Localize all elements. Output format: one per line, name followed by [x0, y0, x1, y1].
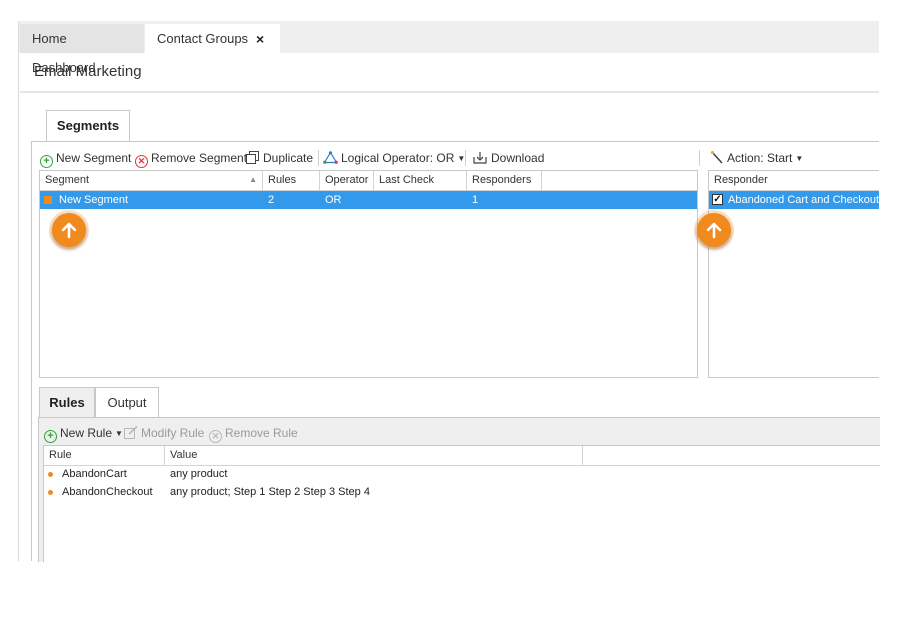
tab-output[interactable]: Output [95, 387, 159, 418]
magic-wand-icon [710, 150, 724, 168]
rule-value: any product [170, 468, 228, 480]
duplicate-icon [246, 151, 259, 168]
segments-grid-header: Segment ▲ Rules Operator Last Check Resp… [40, 171, 697, 191]
rules-grid: Rule Value AbandonCart any product Aband… [43, 445, 880, 562]
segment-icon [44, 196, 52, 204]
duplicate-label: Duplicate [263, 151, 314, 165]
rules-grid-header: Rule Value [44, 446, 880, 466]
segment-last-check [374, 191, 379, 209]
column-header-rules[interactable]: Rules [263, 171, 320, 190]
divider [20, 91, 879, 93]
chevron-down-icon: ▼ [115, 429, 123, 438]
rule-bullet-icon [48, 472, 53, 477]
table-row[interactable]: ✓ Abandoned Cart and Checkout [709, 191, 879, 209]
rule-name: AbandonCart [62, 468, 127, 480]
segment-responders: 1 [472, 194, 479, 206]
toolbar-separator [318, 150, 319, 166]
table-row[interactable]: AbandonCheckout any product; Step 1 Step… [44, 483, 880, 501]
table-row[interactable]: New Segment 2 OR 1 [40, 191, 697, 209]
action-label: Action: Start [727, 151, 793, 165]
remove-icon: ✕ [209, 430, 222, 443]
table-row[interactable]: AbandonCart any product [44, 465, 880, 483]
rule-value: any product; Step 1 Step 2 Step 3 Step 4 [170, 486, 370, 498]
responder-grid: Responder ✓ Abandoned Cart and Checkout [708, 170, 879, 378]
remove-rule-label: Remove Rule [225, 426, 298, 440]
new-segment-button[interactable]: + New Segment [40, 150, 132, 168]
up-arrow-pointer-icon [52, 213, 86, 247]
tab-segments[interactable]: Segments [46, 110, 130, 142]
rule-name: AbandonCheckout [62, 486, 153, 498]
column-label: Segment [45, 174, 90, 186]
modify-rule-button[interactable]: Modify Rule [124, 425, 204, 441]
download-button[interactable]: Download [473, 150, 544, 166]
action-dropdown[interactable]: Action: Start ▼ [710, 150, 803, 166]
chevron-down-icon: ▼ [795, 154, 804, 163]
edit-icon [124, 425, 138, 443]
logical-operator-dropdown[interactable]: Logical Operator: OR ▼ [323, 150, 465, 166]
responder-checkbox[interactable]: ✓ [712, 194, 723, 205]
toolbar-separator [699, 150, 700, 166]
responder-name: Abandoned Cart and Checkout [728, 194, 880, 206]
column-header-value[interactable]: Value [165, 446, 583, 465]
logical-operator-icon [323, 151, 338, 168]
new-segment-label: New Segment [56, 151, 132, 165]
column-header-segment[interactable]: Segment ▲ [40, 171, 263, 190]
close-tab-icon[interactable]: × [256, 24, 270, 53]
remove-icon: ✕ [135, 155, 148, 168]
add-icon: + [40, 155, 53, 168]
duplicate-button[interactable]: Duplicate [246, 150, 313, 166]
column-header-operator[interactable]: Operator [320, 171, 374, 190]
segment-operator: OR [325, 194, 342, 206]
segment-rules: 2 [268, 194, 275, 206]
remove-segment-button[interactable]: ✕ Remove Segment [135, 150, 248, 168]
column-header-responders[interactable]: Responders [467, 171, 542, 190]
logical-operator-label: Logical Operator: OR [341, 151, 455, 165]
rule-bullet-icon [48, 490, 53, 495]
column-header-rule[interactable]: Rule [44, 446, 165, 465]
up-arrow-pointer-icon [697, 213, 731, 247]
column-header-responder[interactable]: Responder [709, 171, 879, 190]
new-rule-dropdown[interactable]: + New Rule ▼ [44, 425, 123, 443]
add-icon: + [44, 430, 57, 443]
sort-asc-icon: ▲ [249, 175, 257, 184]
segments-tab-line [31, 141, 879, 142]
remove-segment-label: Remove Segment [151, 151, 248, 165]
page-title: Email Marketing [34, 63, 142, 80]
segments-grid: Segment ▲ Rules Operator Last Check Resp… [39, 170, 698, 378]
tab-home-dashboard[interactable]: Home Dashboard [20, 24, 144, 75]
download-icon [473, 151, 487, 168]
download-label: Download [491, 151, 545, 165]
column-header-last-check[interactable]: Last Check [374, 171, 467, 190]
modify-rule-label: Modify Rule [141, 426, 205, 440]
new-rule-label: New Rule [60, 426, 113, 440]
responder-grid-header: Responder [709, 171, 879, 191]
tab-rules[interactable]: Rules [39, 387, 95, 418]
segment-name: New Segment [59, 194, 129, 206]
toolbar-separator [465, 150, 466, 166]
segments-panel-border [31, 141, 32, 561]
remove-rule-button[interactable]: ✕ Remove Rule [209, 425, 298, 443]
